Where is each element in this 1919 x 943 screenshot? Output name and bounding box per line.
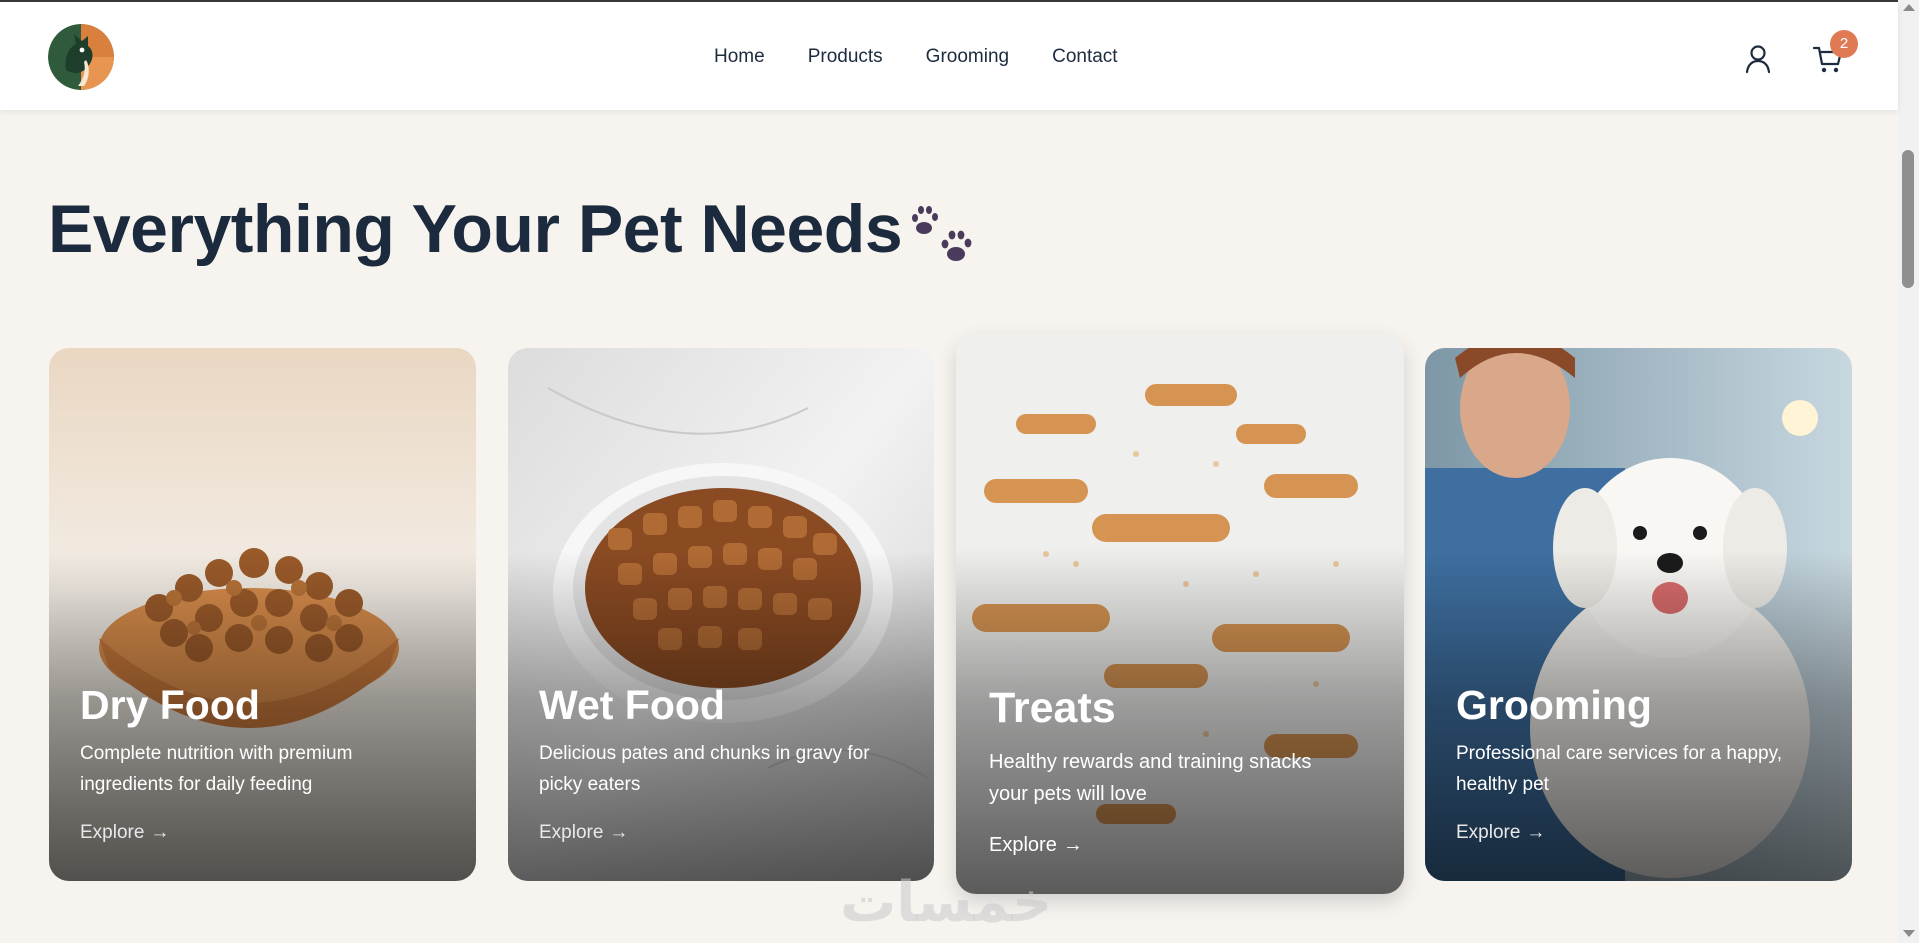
card-title: Treats [989, 684, 1116, 732]
main-nav: Home Products Grooming Contact [714, 46, 1118, 68]
page-title: Everything Your Pet Needs [48, 191, 903, 267]
card-description: Professional care services for a happy, … [1456, 743, 1782, 795]
card-description: Complete nutrition with premium ingredie… [80, 743, 353, 795]
scrollbar[interactable] [1898, 0, 1919, 943]
nav-home[interactable]: Home [714, 46, 765, 68]
explore-link[interactable]: Explore → [539, 822, 628, 844]
watermark: خمسات [840, 870, 1053, 935]
arrow-right-icon: → [1526, 822, 1546, 843]
pet-store-logo[interactable] [48, 24, 114, 90]
explore-label: Explore [989, 834, 1057, 856]
category-card-wet-food[interactable]: Wet Food Delicious pates and chunks in g… [508, 348, 934, 881]
explore-label: Explore [539, 822, 604, 843]
scrollbar-thumb[interactable] [1902, 150, 1914, 288]
explore-link[interactable]: Explore → [989, 834, 1083, 857]
explore-label: Explore [1456, 822, 1521, 843]
card-title: Wet Food [539, 682, 725, 728]
site-header: Home Products Grooming Contact 2 [0, 2, 1898, 110]
category-card-treats[interactable]: Treats Healthy rewards and training snac… [956, 334, 1404, 894]
explore-label: Explore [80, 822, 145, 843]
explore-link[interactable]: Explore → [1456, 822, 1545, 844]
card-title: Dry Food [80, 682, 260, 728]
card-title: Grooming [1456, 682, 1652, 728]
category-card-grooming[interactable]: Grooming Professional care services for … [1425, 348, 1852, 881]
card-description: Healthy rewards and training snacks your… [989, 751, 1312, 805]
category-card-dry-food[interactable]: Dry Food Complete nutrition with premium… [49, 348, 476, 881]
paw-prints-icon [910, 204, 980, 266]
nav-products[interactable]: Products [808, 46, 883, 68]
arrow-right-icon: → [150, 822, 170, 843]
user-icon[interactable] [1744, 44, 1772, 74]
arrow-right-icon: → [609, 822, 629, 843]
scroll-up-arrow-icon[interactable] [1903, 4, 1915, 11]
cart-count-badge: 2 [1830, 30, 1858, 58]
nav-grooming[interactable]: Grooming [926, 46, 1009, 68]
scroll-down-arrow-icon[interactable] [1903, 930, 1915, 937]
card-description: Delicious pates and chunks in gravy for … [539, 743, 870, 795]
arrow-right-icon: → [1062, 834, 1083, 856]
explore-link[interactable]: Explore → [80, 822, 169, 844]
nav-contact[interactable]: Contact [1052, 46, 1117, 68]
